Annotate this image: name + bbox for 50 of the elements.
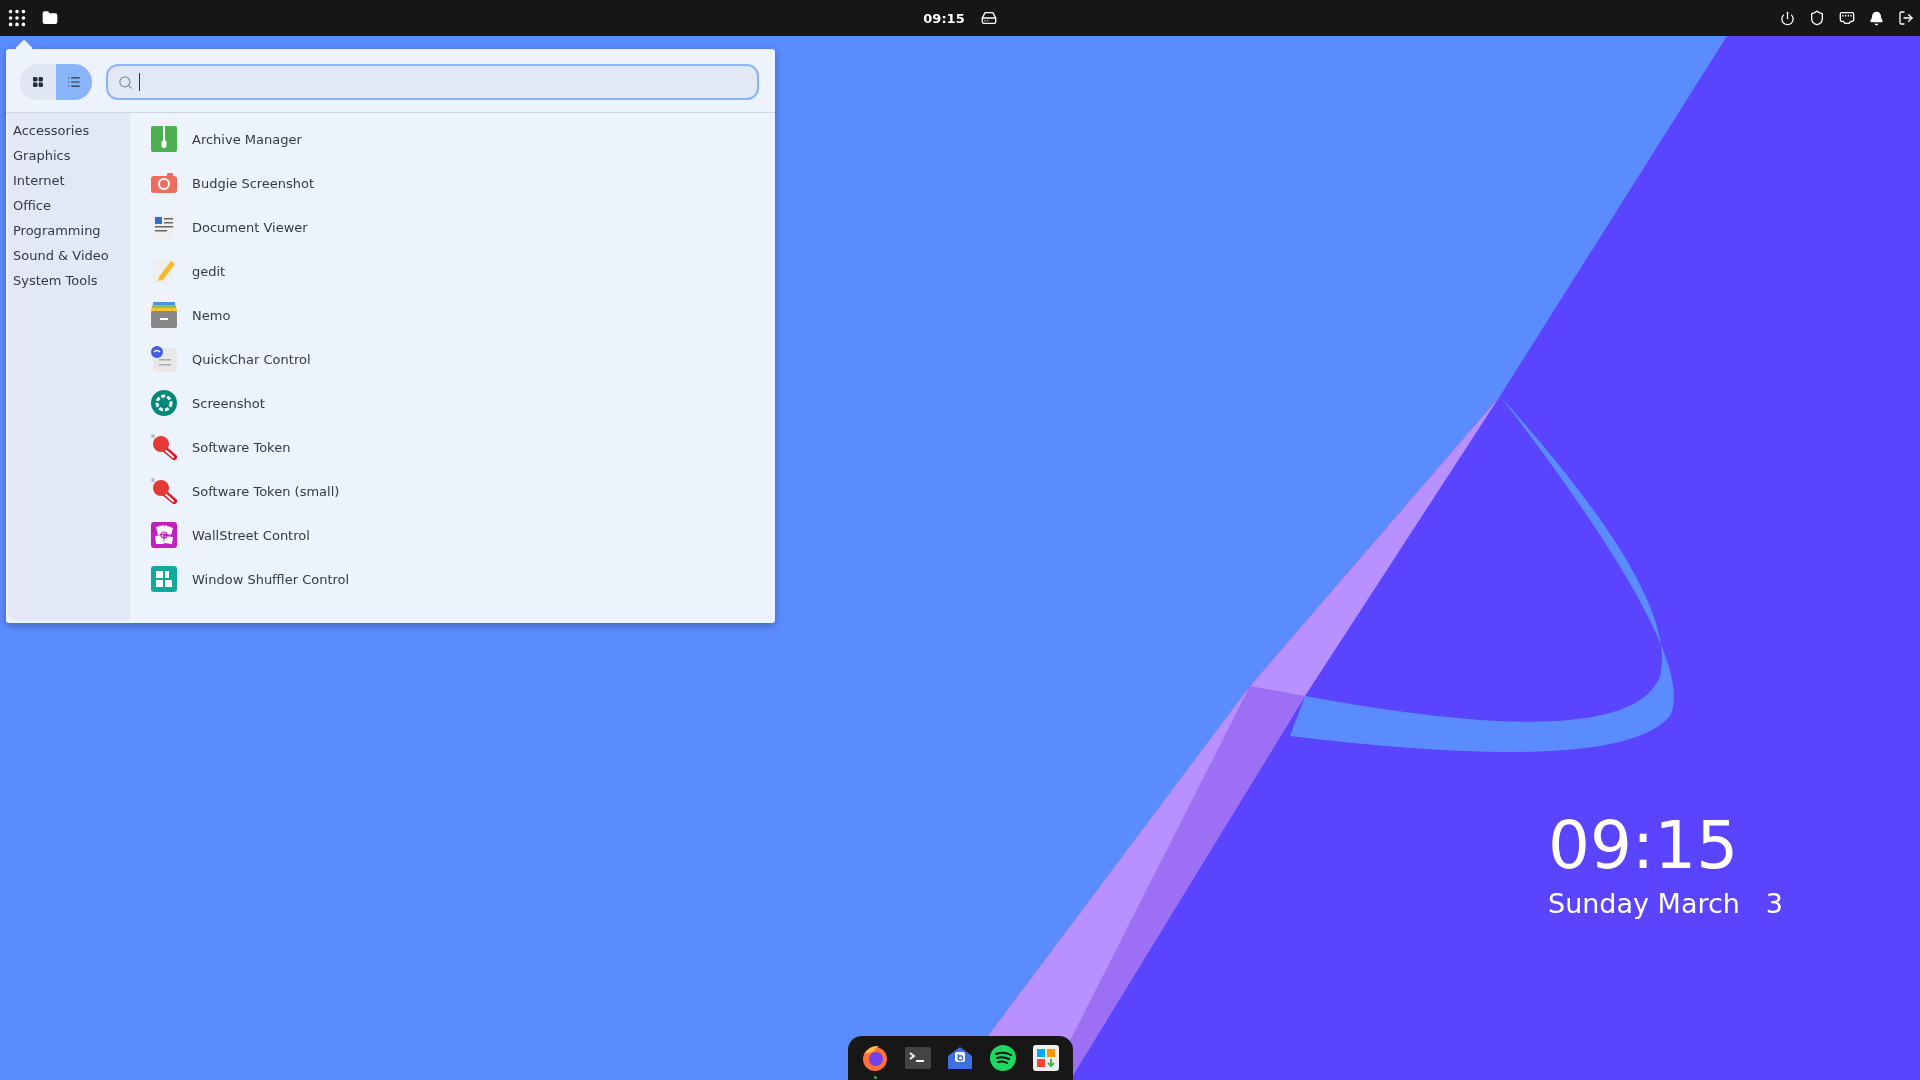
app-item[interactable]: Archive Manager (192, 131, 302, 147)
app-item[interactable]: Screenshot (192, 395, 265, 411)
tiles-icon (150, 521, 178, 549)
app-grid-icon[interactable] (6, 7, 28, 29)
document-badge-icon (150, 345, 178, 373)
running-indicator (873, 1076, 877, 1079)
logout-icon[interactable] (1898, 10, 1914, 26)
ethernet-icon[interactable] (1839, 10, 1855, 26)
category-item[interactable]: Programming (8, 218, 130, 243)
app-item[interactable]: Window Shuffler Control (192, 571, 350, 587)
app-item[interactable]: Nemo (192, 307, 231, 323)
app-item[interactable]: Budgie Screenshot (192, 175, 315, 191)
list-view-button[interactable] (56, 64, 92, 100)
category-item[interactable]: Internet (8, 168, 130, 193)
category-item[interactable]: Graphics (8, 143, 130, 168)
category-item[interactable]: Accessories (8, 118, 130, 143)
mail-icon[interactable] (946, 1044, 975, 1072)
search-field[interactable] (106, 64, 759, 100)
app-item[interactable]: Software Token (small) (192, 483, 340, 499)
app-item[interactable]: Document Viewer (192, 219, 308, 235)
sound-waves-icon[interactable] (989, 1044, 1018, 1072)
power-icon[interactable] (1780, 10, 1795, 26)
grid-icon (32, 76, 44, 88)
app-item[interactable]: gedit (192, 263, 226, 279)
app-item[interactable]: QuickChar Control (192, 351, 311, 367)
list-icon (67, 75, 81, 89)
shield-icon[interactable] (1809, 10, 1825, 26)
document-icon (150, 213, 178, 241)
drive-icon[interactable] (980, 10, 997, 26)
file-drawer-icon (150, 301, 178, 329)
panel-clock[interactable]: 09:15 (923, 10, 965, 26)
windows-layout-icon (150, 565, 178, 593)
shutter-icon (150, 389, 178, 417)
pencil-note-icon (150, 257, 178, 285)
search-icon (118, 74, 133, 90)
category-item[interactable]: System Tools (8, 268, 130, 293)
zipper-icon (150, 125, 178, 153)
bell-icon[interactable] (1869, 10, 1884, 26)
category-item[interactable]: Office (8, 193, 130, 218)
app-item[interactable]: WallStreet Control (192, 527, 310, 543)
category-item[interactable]: Sound & Video (8, 243, 130, 268)
app-item[interactable]: Software Token (192, 439, 291, 455)
pin-icon (150, 477, 178, 505)
desktop-clock-time: 09:15 (1548, 806, 1740, 886)
folder-icon[interactable] (42, 10, 58, 26)
desktop-clock-date: Sunday March 3 (1548, 888, 1783, 919)
app-store-icon[interactable] (1031, 1044, 1060, 1072)
browser-icon[interactable] (861, 1044, 890, 1072)
pin-icon (150, 433, 178, 461)
terminal-icon[interactable] (903, 1044, 932, 1072)
